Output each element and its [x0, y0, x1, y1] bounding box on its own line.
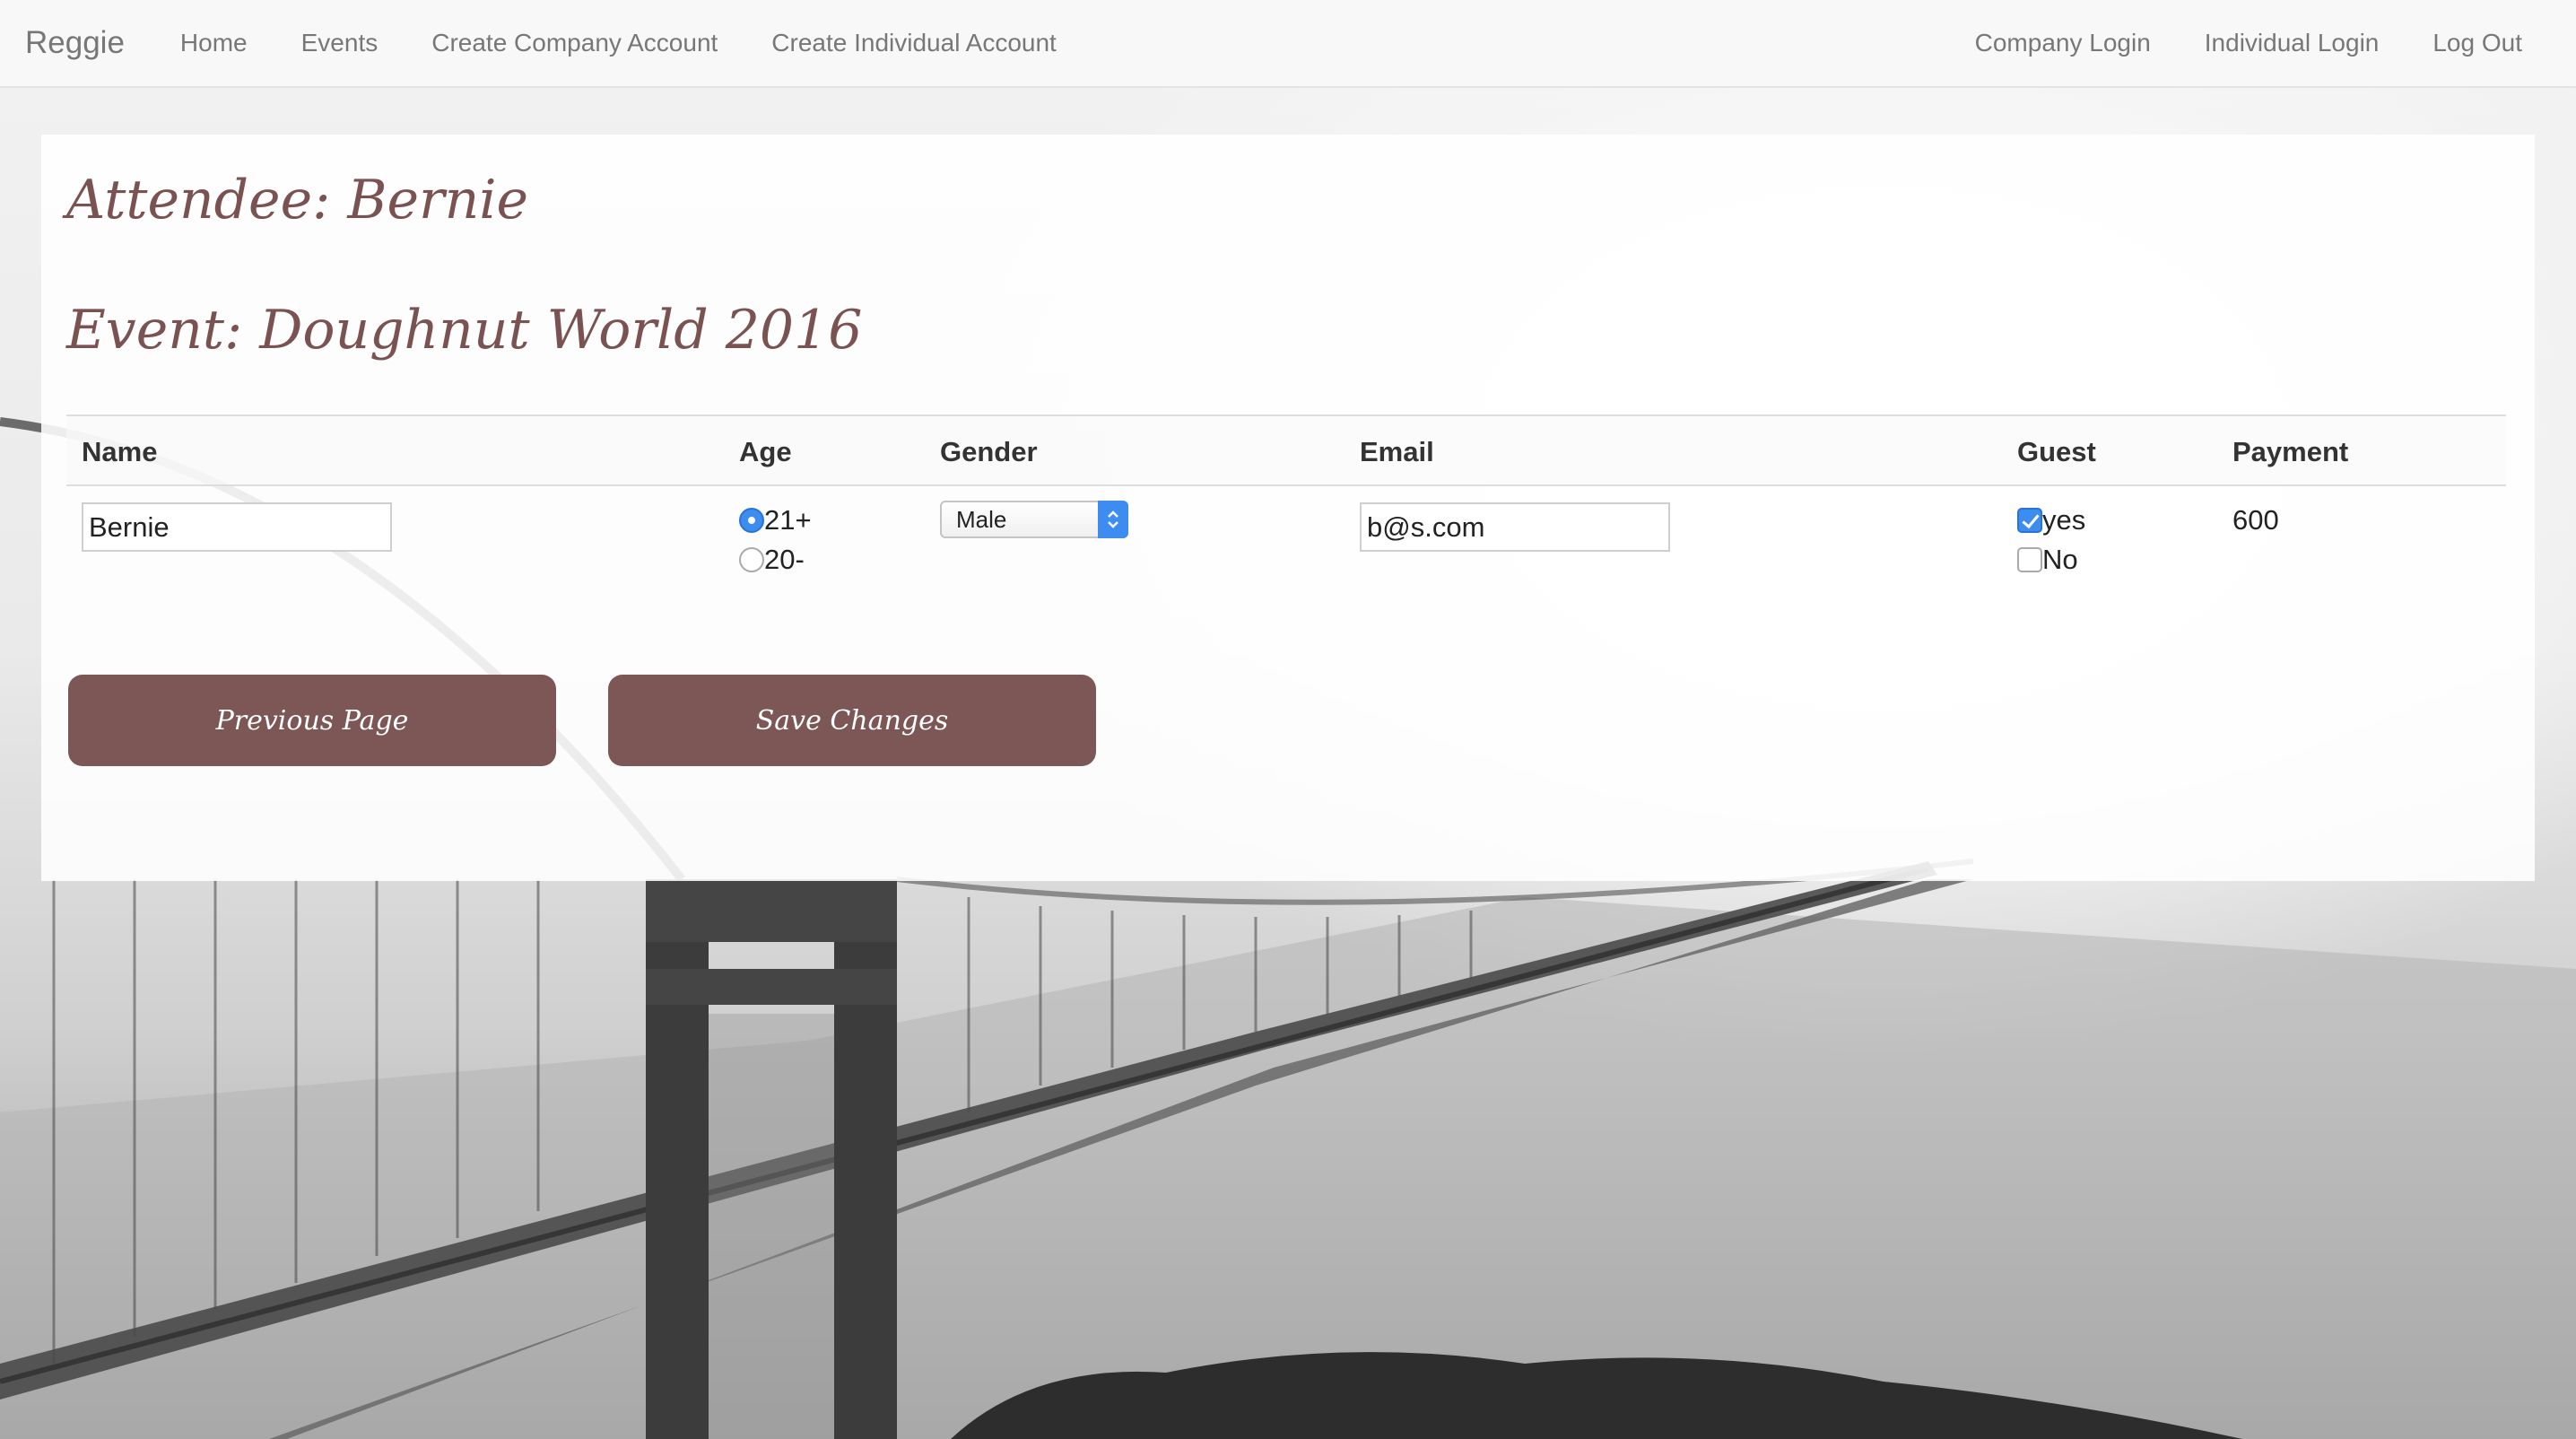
select-updown-icon: [1098, 501, 1128, 538]
nav-company-login-link[interactable]: Company Login: [1948, 29, 2178, 57]
age-label-21plus: 21+: [764, 504, 812, 536]
age-label-20minus: 20-: [764, 544, 805, 575]
save-changes-button[interactable]: Save Changes: [608, 675, 1096, 766]
event-heading: Event: Doughnut World 2016: [66, 299, 863, 362]
guest-label-yes: yes: [2042, 504, 2086, 536]
table-header-row: Name Age Gender Email Guest Payment: [66, 414, 2506, 486]
email-cell: [1360, 502, 1670, 552]
guest-label-no: No: [2042, 544, 2078, 575]
age-option-20minus[interactable]: 20-: [739, 540, 812, 580]
brand-logo[interactable]: Reggie: [0, 25, 125, 61]
attendee-heading: Attendee: Bernie: [66, 169, 528, 231]
guest-checkbox-no[interactable]: [2017, 547, 2042, 572]
gender-select[interactable]: Male: [940, 501, 1128, 538]
previous-page-button[interactable]: Previous Page: [68, 675, 556, 766]
top-navbar: Reggie Home Events Create Company Accoun…: [0, 0, 2576, 88]
nav-events-link[interactable]: Events: [274, 29, 405, 57]
guest-option-no[interactable]: No: [2017, 540, 2085, 580]
nav-log-out-link[interactable]: Log Out: [2406, 29, 2549, 57]
age-option-21plus[interactable]: 21+: [739, 501, 812, 540]
nav-create-company-account-link[interactable]: Create Company Account: [405, 29, 744, 57]
nav-home-link[interactable]: Home: [153, 29, 274, 57]
guest-cell: yes No: [2017, 501, 2085, 580]
header-name: Name: [82, 436, 158, 467]
attendee-table: Name Age Gender Email Guest Payment 21+ …: [66, 414, 2506, 612]
age-radio-20minus[interactable]: [739, 547, 764, 572]
gender-selected-value: Male: [956, 505, 1007, 533]
header-guest: Guest: [2017, 436, 2096, 467]
email-input[interactable]: [1360, 502, 1670, 552]
nav-right-links: Company Login Individual Login Log Out: [1948, 29, 2576, 57]
header-payment: Payment: [2232, 436, 2349, 467]
header-age: Age: [739, 436, 792, 467]
name-cell: [82, 502, 392, 552]
gender-cell: Male: [940, 501, 1128, 538]
attendee-edit-panel: Attendee: Bernie Event: Doughnut World 2…: [41, 135, 2535, 881]
age-radio-21plus[interactable]: [739, 508, 764, 533]
header-gender: Gender: [940, 436, 1038, 467]
nav-left-links: Home Events Create Company Account Creat…: [153, 29, 1083, 57]
age-cell: 21+ 20-: [739, 501, 812, 580]
guest-option-yes[interactable]: yes: [2017, 501, 2085, 540]
nav-individual-login-link[interactable]: Individual Login: [2178, 29, 2406, 57]
table-row: 21+ 20- Male: [66, 486, 2506, 612]
header-email: Email: [1360, 436, 1434, 467]
guest-checkbox-yes[interactable]: [2017, 508, 2042, 533]
name-input[interactable]: [82, 502, 392, 552]
nav-create-individual-account-link[interactable]: Create Individual Account: [744, 29, 1083, 57]
payment-value: 600: [2232, 504, 2279, 536]
